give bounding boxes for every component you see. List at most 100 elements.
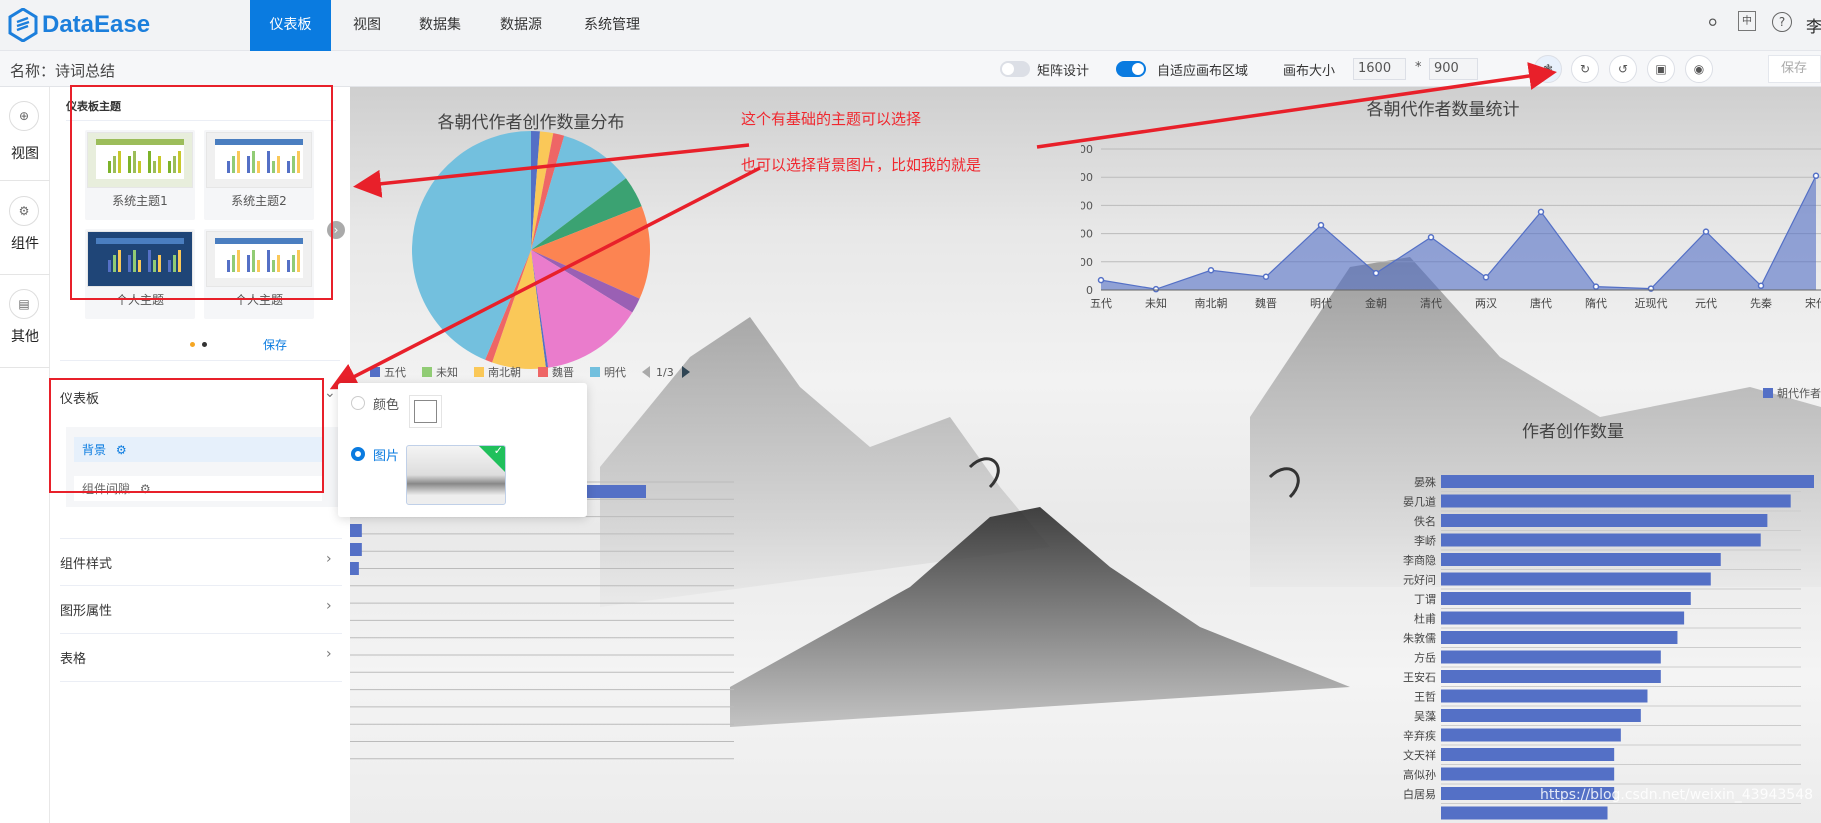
section-component-style[interactable]: 组件样式 xyxy=(60,553,112,572)
data-point[interactable] xyxy=(1537,208,1545,216)
image-radio[interactable] xyxy=(351,447,365,461)
pie-legend-swatch[interactable] xyxy=(370,367,380,377)
bar[interactable] xyxy=(1441,494,1791,508)
data-point[interactable] xyxy=(1702,228,1710,235)
nav-dashboard[interactable]: 仪表板 xyxy=(250,0,331,51)
nav-views[interactable]: 视图 xyxy=(340,0,394,51)
export-button[interactable]: ▣ xyxy=(1647,55,1675,83)
divider xyxy=(0,180,50,181)
chevron-right-icon[interactable]: › xyxy=(326,598,332,614)
chevron-right-icon[interactable]: › xyxy=(326,551,332,567)
canvas-width-input[interactable]: 1600 xyxy=(1353,58,1406,80)
pie-legend-swatch[interactable] xyxy=(538,367,548,377)
nav-datasets[interactable]: 数据集 xyxy=(408,0,472,51)
bar[interactable] xyxy=(350,562,359,575)
pie-legend-swatch[interactable] xyxy=(474,367,484,377)
data-point[interactable] xyxy=(1207,267,1215,274)
pie-legend-swatch[interactable] xyxy=(590,367,600,377)
strip-item-views[interactable]: 视图 xyxy=(0,143,50,163)
y-category-label: 方岳 xyxy=(1414,651,1436,665)
bell-icon[interactable]: ⚪ xyxy=(1706,13,1719,32)
chevron-down-icon[interactable]: ⌄ xyxy=(324,385,336,401)
chevron-right-icon[interactable]: › xyxy=(326,646,332,662)
theme-button[interactable]: ❃ xyxy=(1534,55,1562,83)
matrix-design-label: 矩阵设计 xyxy=(1037,64,1090,79)
bar[interactable] xyxy=(350,543,362,556)
bar[interactable] xyxy=(1441,806,1608,820)
data-point[interactable] xyxy=(1097,276,1105,284)
x-tick-label: 未知 xyxy=(1145,296,1167,310)
bar[interactable] xyxy=(350,524,362,537)
logo[interactable]: DataEase xyxy=(8,8,150,42)
bar[interactable] xyxy=(1441,533,1761,547)
adaptive-canvas-toggle[interactable] xyxy=(1116,61,1146,77)
bar[interactable] xyxy=(1441,572,1711,586)
bar[interactable] xyxy=(1441,709,1641,722)
bar[interactable] xyxy=(1441,748,1615,761)
pie-legend-label[interactable]: 明代 xyxy=(604,366,626,379)
color-radio[interactable] xyxy=(351,396,365,410)
plus-circle-icon[interactable]: ⊕ xyxy=(9,101,39,131)
data-point[interactable] xyxy=(1482,274,1490,281)
user-name[interactable]: 李 xyxy=(1806,13,1821,37)
legend-prev-icon[interactable] xyxy=(642,366,650,378)
strip-item-components[interactable]: 组件 xyxy=(0,233,50,253)
bar[interactable] xyxy=(1441,514,1768,527)
pie-legend-label[interactable]: 南北朝 xyxy=(488,366,521,379)
pie-legend-label[interactable]: 五代 xyxy=(384,366,406,379)
pie-legend-swatch[interactable] xyxy=(422,367,432,377)
theme-page-dot-active[interactable] xyxy=(190,342,195,347)
strip-item-other[interactable]: 其他 xyxy=(0,326,50,346)
color-swatch[interactable] xyxy=(409,395,442,428)
nav-datasources[interactable]: 数据源 xyxy=(489,0,553,51)
bar[interactable] xyxy=(1441,689,1648,703)
pie-legend-label[interactable]: 未知 xyxy=(436,365,458,379)
bar[interactable] xyxy=(1441,650,1661,664)
bar[interactable] xyxy=(1441,670,1661,683)
data-point[interactable] xyxy=(1317,221,1325,229)
data-point[interactable] xyxy=(1262,273,1270,280)
bar[interactable] xyxy=(1441,767,1615,781)
theme-page-dot[interactable] xyxy=(202,342,207,347)
save-button[interactable]: 保存 xyxy=(1768,55,1821,83)
refresh-button[interactable]: ↻ xyxy=(1571,55,1599,83)
top-navbar: DataEase 仪表板 视图 数据集 数据源 系统管理 ⚪ 中 ? 李 xyxy=(0,0,1821,51)
data-point[interactable] xyxy=(1372,269,1380,277)
data-point[interactable] xyxy=(1757,282,1765,290)
y-category-label: 李商隐 xyxy=(1403,553,1436,567)
undo-button[interactable]: ↺ xyxy=(1609,55,1637,83)
x-tick-label: 近现代 xyxy=(1635,297,1668,310)
section-table[interactable]: 表格 xyxy=(60,648,86,667)
theme-save-link[interactable]: 保存 xyxy=(263,336,287,353)
bar[interactable] xyxy=(1441,728,1621,742)
canvas-height-input[interactable]: 900 xyxy=(1429,58,1478,80)
language-icon[interactable]: 中 xyxy=(1738,11,1756,31)
area-chart: 各朝代作者数量统计 0 100 200 300 400 500 五代 未知 南北朝 魏晋 明代 金朝 清… xyxy=(1081,100,1821,400)
bar[interactable] xyxy=(1441,475,1814,488)
legend-next-icon[interactable] xyxy=(682,366,690,378)
pie-legend-label[interactable]: 魏晋 xyxy=(552,365,574,379)
data-point[interactable] xyxy=(1152,285,1160,293)
data-point[interactable] xyxy=(1592,283,1600,290)
bar[interactable] xyxy=(1441,553,1721,566)
matrix-design-toggle[interactable] xyxy=(1000,61,1030,77)
undo-icon: ↺ xyxy=(1617,62,1629,76)
nav-system-management[interactable]: 系统管理 xyxy=(568,0,656,51)
section-shape-properties[interactable]: 图形属性 xyxy=(60,600,112,619)
data-point[interactable] xyxy=(1812,172,1820,180)
help-icon[interactable]: ? xyxy=(1772,12,1792,32)
bar[interactable] xyxy=(1441,631,1678,644)
preview-button[interactable]: ◉ xyxy=(1685,55,1713,83)
data-point[interactable] xyxy=(1427,234,1435,241)
y-category-label: 辛弃疾 xyxy=(1403,729,1436,743)
bar[interactable] xyxy=(1441,592,1691,605)
background-image-thumbnail[interactable]: ✓ xyxy=(406,445,506,505)
area-title: 各朝代作者数量统计 xyxy=(1367,100,1520,120)
y-tick-label: 100 xyxy=(1081,256,1093,269)
gear-icon[interactable]: ⚙ xyxy=(9,196,39,226)
bar[interactable] xyxy=(1441,611,1685,625)
other-icon[interactable]: ▤ xyxy=(9,289,39,319)
y-tick-label: 300 xyxy=(1081,199,1093,212)
preview-icon: ◉ xyxy=(1693,62,1705,76)
y-category-label: 高似孙 xyxy=(1403,768,1436,782)
